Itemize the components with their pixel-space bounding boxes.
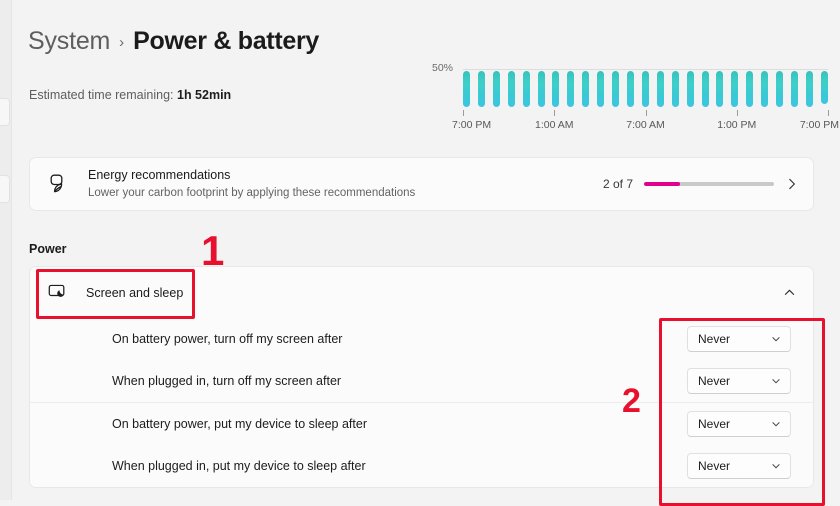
sleep-timeout-value: Never [698, 374, 731, 388]
sleep-settings-rows: On battery power, turn off my screen aft… [30, 318, 813, 487]
chart-tick-mark [828, 110, 829, 116]
chart-bar [731, 71, 739, 107]
energy-recommendations-text: Energy recommendations Lower your carbon… [88, 167, 603, 201]
chart-bar [805, 71, 813, 107]
chart-bar [582, 71, 590, 107]
chart-xaxis-label: 1:00 PM [717, 119, 757, 131]
sleep-timeout-value: Never [698, 332, 731, 346]
screen-sleep-icon [47, 282, 68, 303]
sidebar-rail [0, 0, 12, 500]
chart-bar [507, 71, 515, 107]
chart-bar [746, 71, 754, 107]
chart-bar [686, 71, 694, 107]
estimated-time-remaining: Estimated time remaining: 1h 52min [29, 88, 231, 102]
screen-and-sleep-card: Screen and sleep On battery power, turn … [29, 266, 814, 488]
energy-recommendations-progress-group: 2 of 7 [603, 177, 799, 191]
sleep-timeout-dropdown[interactable]: Never [687, 453, 791, 479]
sleep-timeout-value: Never [698, 459, 731, 473]
sidebar-rail-notch [0, 98, 10, 126]
chart-tick-mark [645, 110, 647, 116]
sleep-timeout-dropdown[interactable]: Never [687, 368, 791, 394]
chart-xaxis-label: 7:00 AM [626, 119, 665, 131]
chart-bar [597, 71, 605, 107]
energy-recommendations-count: 2 of 7 [602, 177, 633, 191]
sidebar-rail-notch [0, 175, 10, 203]
chevron-right-icon: › [119, 34, 125, 51]
chart-bar [701, 71, 709, 107]
energy-recommendations-title: Energy recommendations [88, 168, 231, 183]
annotation-marker-1: 1 [201, 227, 225, 274]
chart-bar [671, 71, 679, 107]
chevron-up-icon[interactable] [783, 286, 796, 299]
sleep-setting-row: On battery power, turn off my screen aft… [30, 318, 813, 360]
chevron-down-icon [771, 334, 781, 344]
energy-recommendations-subtitle: Lower your carbon footprint by applying … [88, 186, 416, 199]
screen-and-sleep-expander[interactable]: Screen and sleep [30, 267, 813, 318]
sleep-setting-row: When plugged in, put my device to sleep … [30, 445, 813, 487]
progress-fill [644, 182, 681, 186]
chart-tick-mark [463, 110, 464, 116]
estimated-time-label: Estimated time remaining: [29, 88, 174, 102]
chart-bar [612, 71, 620, 107]
energy-recommendations-progress-bar [644, 182, 774, 186]
breadcrumb: System › Power & battery [28, 27, 319, 56]
chart-bar [641, 71, 649, 107]
chart-plot-area [463, 71, 828, 109]
chart-bar [776, 71, 784, 107]
settings-page: System › Power & battery Estimated time … [0, 0, 840, 506]
leaf-icon [47, 172, 71, 196]
energy-recommendations-card[interactable]: Energy recommendations Lower your carbon… [29, 157, 814, 211]
annotation-marker-2: 2 [622, 382, 641, 420]
chart-ytick-label: 50% [432, 62, 454, 74]
estimated-time-value: 1h 52min [177, 88, 232, 102]
chart-bar [716, 71, 724, 107]
chart-xaxis-label: 7:00 PM [799, 119, 839, 131]
sleep-setting-row: On battery power, put my device to sleep… [30, 402, 813, 445]
chart-bar [656, 71, 664, 107]
sleep-timeout-value: Never [698, 417, 731, 431]
sleep-setting-row: When plugged in, turn off my screen afte… [30, 360, 813, 402]
chart-bar [567, 71, 575, 107]
sleep-setting-label: On battery power, put my device to sleep… [112, 417, 367, 431]
chart-tick-marks [463, 110, 829, 118]
chart-xaxis-label: 7:00 PM [452, 119, 492, 131]
chart-bar [820, 71, 828, 105]
chart-xaxis-labels: 7:00 PM 1:00 AM 7:00 AM 1:00 PM 7:00 PM [430, 119, 839, 133]
chart-tick-mark [736, 110, 738, 116]
chart-bar [552, 71, 560, 107]
chevron-down-icon [771, 461, 781, 471]
chevron-down-icon [771, 419, 781, 429]
power-section-heading: Power [29, 242, 67, 256]
chevron-right-icon[interactable] [785, 177, 799, 191]
chart-bar [477, 71, 485, 107]
sleep-setting-label: On battery power, turn off my screen aft… [112, 332, 343, 346]
chart-bar [626, 71, 634, 107]
chart-bar [790, 71, 798, 107]
sleep-setting-label: When plugged in, turn off my screen afte… [112, 374, 342, 388]
sleep-timeout-dropdown[interactable]: Never [687, 326, 791, 352]
battery-level-chart: 50% 7:00 PM 1:00 AM 7:00 AM 1:00 PM 7:00 PM [430, 62, 839, 140]
screen-and-sleep-title: Screen and sleep [86, 285, 184, 300]
chart-bar [492, 71, 500, 107]
sleep-timeout-dropdown[interactable]: Never [687, 411, 791, 437]
breadcrumb-parent-link[interactable]: System [28, 27, 110, 56]
chart-bar [761, 71, 769, 107]
page-title: Power & battery [133, 27, 319, 55]
chart-xaxis-label: 1:00 AM [534, 119, 574, 131]
chart-tick-mark [554, 110, 556, 116]
chart-bar [522, 71, 530, 107]
chart-bar [463, 71, 470, 107]
chevron-down-icon [771, 376, 781, 386]
chart-gridline [463, 69, 828, 70]
chart-bar [537, 71, 545, 107]
sleep-setting-label: When plugged in, put my device to sleep … [112, 459, 366, 473]
